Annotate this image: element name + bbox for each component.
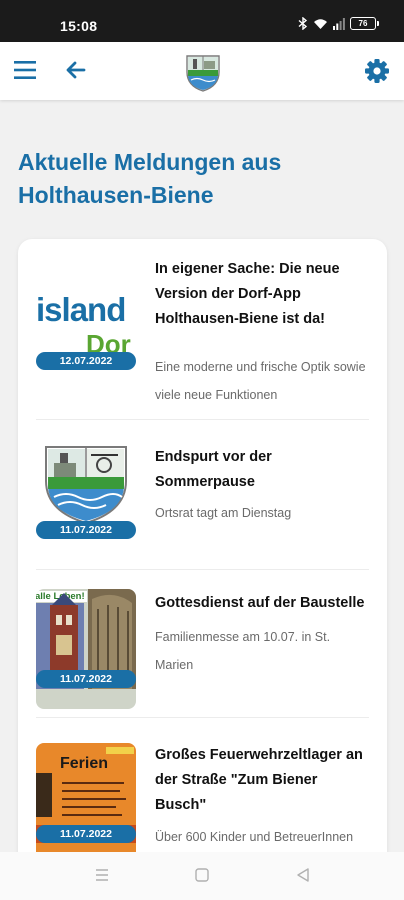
battery-level: 76	[358, 19, 368, 28]
news-date: 11.07.2022	[36, 521, 136, 539]
news-list: island Dor 12.07.2022 In eigener Sache: …	[18, 239, 387, 879]
news-description: Familienmesse am 10.07. in St. Marien	[155, 630, 331, 672]
news-date: 12.07.2022	[36, 352, 136, 370]
news-thumbnail: Ferien	[36, 743, 136, 863]
home-icon[interactable]	[195, 868, 209, 882]
list-divider	[36, 419, 369, 420]
recent-apps-icon[interactable]	[95, 868, 109, 882]
news-description: Eine moderne und frische Optik sowie vie…	[155, 360, 366, 402]
bluetooth-icon	[298, 17, 308, 30]
news-item[interactable]: 11.07.2022 Endspurt vor der Sommerpause …	[36, 445, 369, 565]
news-item[interactable]: Ferien 11.07.2022 Großes Feuerwehrzeltla…	[36, 743, 369, 863]
news-title: Endspurt vor der Sommerpause	[155, 449, 272, 490]
news-title: Gottesdienst auf der Baustelle	[155, 595, 365, 611]
wifi-icon	[314, 18, 327, 29]
page-title: Aktuelle Meldungen aus Holthausen-Biene	[18, 149, 282, 208]
news-item[interactable]: alle Leben! 11.07.2022 Gottesdienst auf …	[36, 589, 369, 709]
gear-icon[interactable]	[364, 58, 390, 84]
back-icon[interactable]	[296, 868, 310, 882]
news-title: In eigener Sache: Die neue Version der D…	[155, 261, 340, 327]
status-time: 15:08	[60, 18, 98, 34]
list-divider	[36, 569, 369, 570]
news-thumbnail: alle Leben!	[36, 589, 136, 709]
news-date: 11.07.2022	[36, 670, 136, 688]
menu-icon[interactable]	[14, 60, 36, 80]
news-thumbnail	[36, 445, 136, 565]
village-crest-image	[45, 446, 127, 525]
news-item[interactable]: island Dor 12.07.2022 In eigener Sache: …	[36, 257, 369, 407]
back-arrow-icon[interactable]	[64, 58, 88, 82]
news-description: Über 600 Kinder und BetreuerInnen	[155, 830, 354, 844]
system-nav-bar	[0, 852, 404, 900]
news-description: Ortsrat tagt am Dienstag	[155, 506, 292, 520]
battery-icon: 76	[350, 17, 379, 30]
list-divider	[36, 717, 369, 718]
app-bar	[0, 42, 404, 100]
news-date: 11.07.2022	[36, 825, 136, 843]
status-icons: 76	[298, 17, 379, 30]
thumbnail-wordmark: island	[36, 291, 126, 328]
news-title: Großes Feuerwehrzeltlager an der Straße …	[155, 747, 363, 813]
signal-icon	[333, 17, 345, 30]
village-crest-logo[interactable]	[185, 52, 221, 92]
status-bar: 15:08 76	[0, 0, 404, 42]
